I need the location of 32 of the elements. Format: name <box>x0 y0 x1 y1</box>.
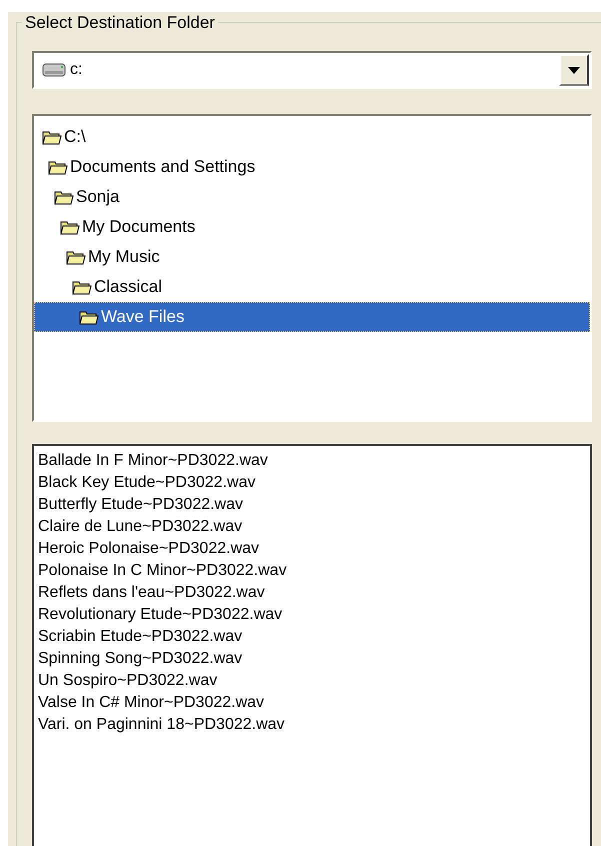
folder-icon <box>48 159 68 175</box>
drive-value: c: <box>70 60 82 80</box>
folder-icon <box>79 309 99 325</box>
folder-item[interactable]: Wave Files <box>34 302 590 332</box>
folder-icon <box>60 219 80 235</box>
file-item[interactable]: Ballade In F Minor~PD3022.wav <box>38 450 590 472</box>
file-item[interactable]: Vari. on Paginnini 18~PD3022.wav <box>38 714 590 736</box>
folder-item[interactable]: Sonja <box>34 182 590 212</box>
file-item[interactable]: Claire de Lune~PD3022.wav <box>38 516 590 538</box>
drive-dropdown[interactable]: c: <box>32 51 592 89</box>
folder-item[interactable]: Documents and Settings <box>34 152 590 182</box>
file-item[interactable]: Butterfly Etude~PD3022.wav <box>38 494 590 516</box>
file-item[interactable]: Revolutionary Etude~PD3022.wav <box>38 604 590 626</box>
folder-item[interactable]: C:\ <box>34 122 590 152</box>
folder-item[interactable]: Classical <box>34 272 590 302</box>
folder-item[interactable]: My Documents <box>34 212 590 242</box>
folder-icon <box>42 129 62 145</box>
folder-icon <box>66 249 86 265</box>
file-item[interactable]: Scriabin Etude~PD3022.wav <box>38 626 590 648</box>
folder-icon <box>54 189 74 205</box>
folder-icon <box>72 279 92 295</box>
file-item[interactable]: Reflets dans l'eau~PD3022.wav <box>38 582 590 604</box>
drive-icon <box>42 63 66 77</box>
file-item[interactable]: Black Key Etude~PD3022.wav <box>38 472 590 494</box>
file-item[interactable]: Un Sospiro~PD3022.wav <box>38 670 590 692</box>
file-item[interactable]: Polonaise In C Minor~PD3022.wav <box>38 560 590 582</box>
file-item[interactable]: Spinning Song~PD3022.wav <box>38 648 590 670</box>
folder-item[interactable]: My Music <box>34 242 590 272</box>
file-item[interactable]: Heroic Polonaise~PD3022.wav <box>38 538 590 560</box>
dropdown-button[interactable] <box>559 54 589 86</box>
caret-icon <box>568 66 580 74</box>
file-item[interactable]: Valse In C# Minor~PD3022.wav <box>38 692 590 714</box>
